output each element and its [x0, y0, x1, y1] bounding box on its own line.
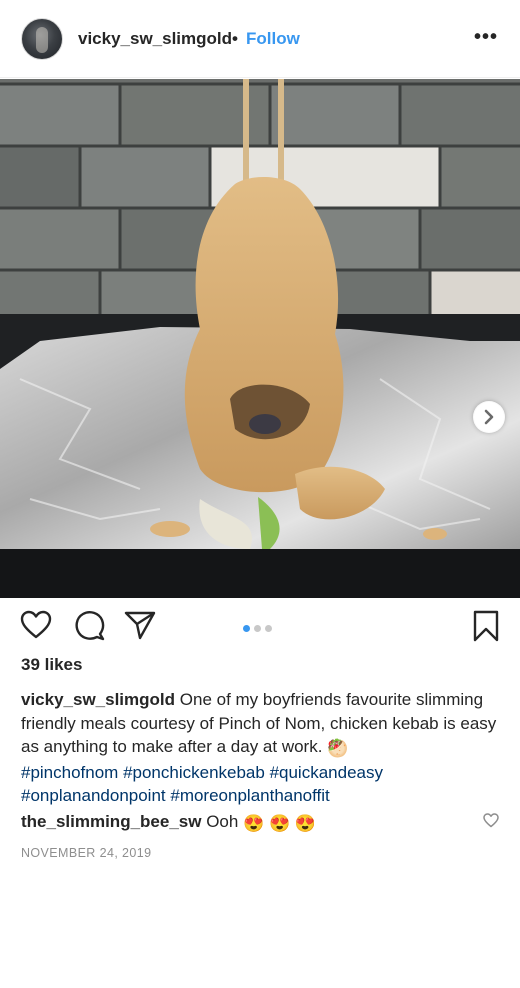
follow-button[interactable]: Follow: [246, 29, 300, 49]
comment-username[interactable]: the_slimming_bee_sw: [21, 812, 201, 831]
chevron-right-icon: [474, 402, 504, 432]
post-header: vicky_sw_slimgold • Follow •••: [0, 0, 520, 78]
separator-dot: •: [232, 29, 238, 48]
caption: vicky_sw_slimgold One of my boyfriends f…: [21, 688, 501, 808]
kebab-emoji: 🥙: [327, 739, 349, 758]
share-icon[interactable]: [124, 610, 156, 645]
post-photo[interactable]: [0, 79, 520, 598]
heart-icon[interactable]: [20, 610, 52, 645]
username[interactable]: vicky_sw_slimgold: [78, 29, 232, 49]
bookmark-icon[interactable]: [473, 610, 499, 647]
carousel-dot-active: [243, 625, 250, 632]
food-photo: [0, 79, 520, 598]
caption-username[interactable]: vicky_sw_slimgold: [21, 690, 175, 709]
carousel-dot: [254, 625, 261, 632]
like-comment-heart-icon[interactable]: [483, 813, 499, 833]
post-date[interactable]: NOVEMBER 24, 2019: [21, 846, 151, 860]
carousel-indicator: [243, 619, 276, 637]
more-options-button[interactable]: •••: [474, 26, 498, 49]
heart-eyes-emoji: 😍 😍 😍: [243, 814, 317, 833]
likes-count[interactable]: 39 likes: [21, 655, 82, 675]
comment-icon[interactable]: [74, 610, 105, 646]
comment-text: Ooh: [206, 812, 239, 831]
avatar[interactable]: [21, 18, 63, 60]
comment-row: the_slimming_bee_sw Ooh 😍 😍 😍: [21, 812, 491, 834]
carousel-dot: [265, 625, 272, 632]
caption-hashtags[interactable]: #pinchofnom #ponchickenkebab #quickandea…: [21, 763, 383, 806]
carousel-next-button[interactable]: [473, 401, 505, 433]
